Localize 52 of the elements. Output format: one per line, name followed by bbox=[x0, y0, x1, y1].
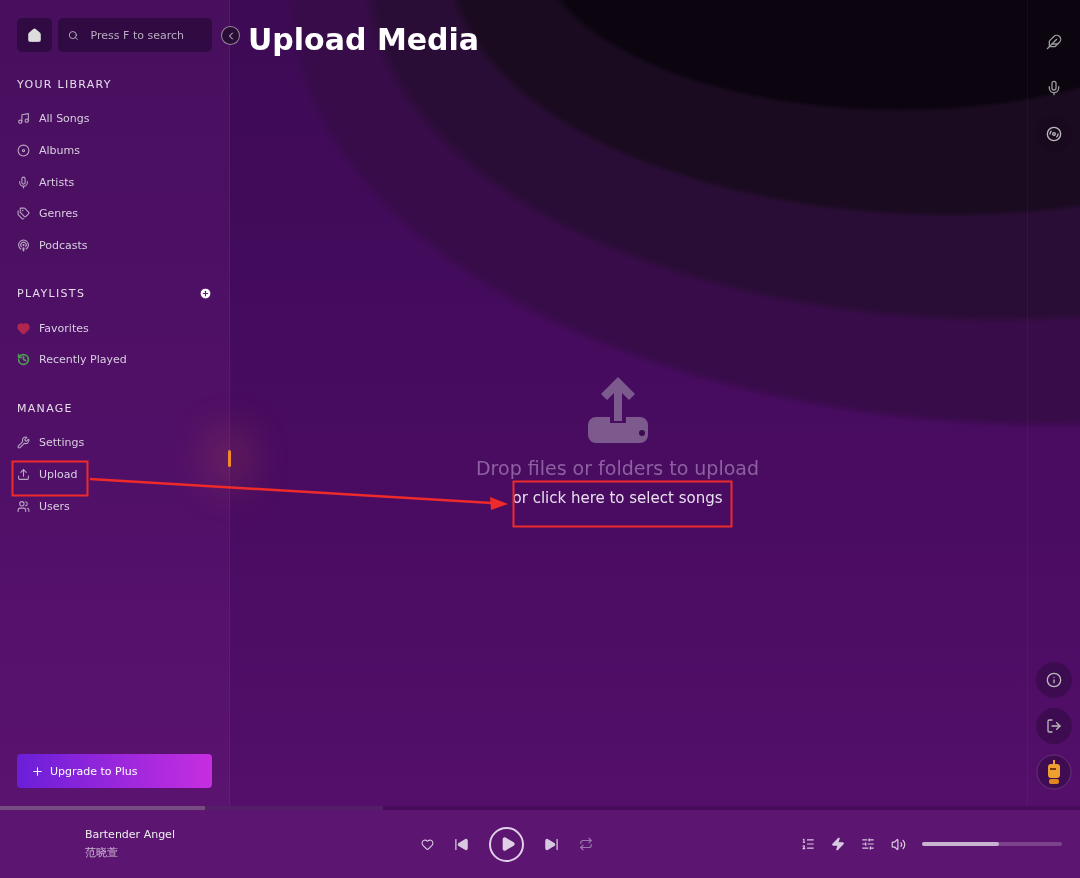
sidebar-item-icon bbox=[17, 112, 30, 126]
sidebar-item[interactable]: Podcasts bbox=[17, 229, 212, 262]
queue-button[interactable] bbox=[801, 837, 815, 851]
avatar-robot-icon[interactable] bbox=[1036, 754, 1072, 790]
section-title: YOUR LIBRARY bbox=[17, 78, 112, 91]
info-button[interactable] bbox=[1036, 662, 1072, 698]
next-button[interactable] bbox=[544, 836, 559, 852]
plus-icon bbox=[199, 287, 212, 301]
previous-button[interactable] bbox=[454, 836, 469, 852]
play-button[interactable] bbox=[489, 826, 524, 862]
drop-message: Drop files or folders to upload bbox=[476, 457, 759, 479]
logout-button[interactable] bbox=[1036, 708, 1072, 744]
sidebar-item[interactable]: Settings bbox=[17, 426, 212, 459]
sidebar-item-icon bbox=[17, 436, 30, 450]
sidebar-item[interactable]: Artists bbox=[17, 166, 212, 199]
page-title: Upload Media bbox=[248, 22, 481, 57]
repeat-button[interactable] bbox=[579, 837, 593, 851]
sidebar-item[interactable]: Genres bbox=[17, 198, 212, 230]
play-icon bbox=[500, 836, 516, 852]
volume-button[interactable] bbox=[891, 836, 906, 852]
like-button[interactable] bbox=[421, 837, 434, 851]
volume-slider[interactable] bbox=[922, 842, 1062, 846]
section-title: MANAGE bbox=[17, 401, 73, 415]
sidebar-item[interactable]: Upload bbox=[17, 458, 212, 491]
song-title: Bartender Angel bbox=[85, 828, 176, 841]
logout-icon bbox=[1046, 718, 1062, 734]
sidebar-item-icon bbox=[17, 207, 30, 221]
artist-name: 范晓萱 bbox=[85, 845, 119, 860]
sidebar-item-icon bbox=[17, 467, 30, 481]
home-icon bbox=[27, 27, 42, 43]
sidebar-item[interactable]: Users bbox=[17, 490, 212, 522]
search-field[interactable]: Press F to search bbox=[58, 18, 212, 52]
section-title: PLAYLISTS bbox=[17, 287, 86, 301]
sidebar-item-icon bbox=[17, 499, 30, 513]
search-icon bbox=[68, 28, 79, 42]
resize-handle[interactable] bbox=[228, 450, 231, 467]
sidebar-item-icon bbox=[17, 144, 30, 158]
lightning-button[interactable] bbox=[831, 837, 845, 851]
sidebar-item[interactable]: Favorites bbox=[17, 312, 212, 345]
home-button[interactable] bbox=[17, 18, 52, 52]
info-icon bbox=[1046, 672, 1062, 688]
sidebar-item-icon bbox=[17, 175, 30, 189]
sidebar-item-icon bbox=[17, 239, 30, 253]
equalizer-button[interactable] bbox=[861, 837, 875, 851]
add-playlist-button[interactable] bbox=[199, 287, 212, 301]
plus-icon bbox=[31, 764, 44, 778]
sidebar-item[interactable]: Albums bbox=[17, 134, 212, 167]
search-input[interactable]: Press F to search bbox=[88, 27, 202, 43]
upgrade-button[interactable]: Upgrade to Plus bbox=[17, 754, 212, 788]
sidebar-item[interactable]: All Songs bbox=[17, 103, 212, 135]
sidebar-item[interactable]: Recently Played bbox=[17, 344, 212, 376]
collapse-button[interactable] bbox=[221, 26, 240, 45]
